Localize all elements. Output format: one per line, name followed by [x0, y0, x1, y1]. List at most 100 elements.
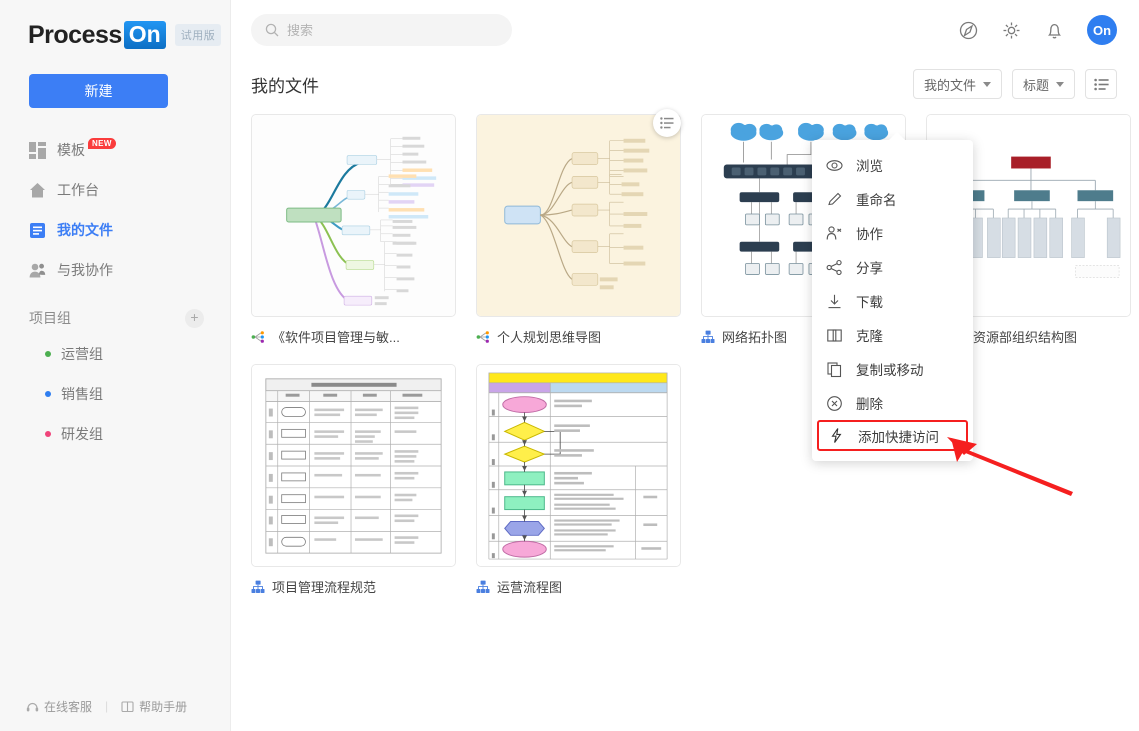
file-thumbnail[interactable]	[476, 114, 681, 317]
sidebar-group-rnd[interactable]: 研发组	[0, 414, 230, 454]
context-menu-item-collaborate[interactable]: 协作	[812, 216, 973, 250]
sidebar-item-templates[interactable]: 模板 NEW	[0, 130, 230, 170]
sort-dropdown[interactable]: 标题	[1011, 69, 1075, 99]
chevron-down-icon	[982, 81, 991, 87]
topbar: On	[231, 0, 1139, 60]
file-card[interactable]: 个人规划思维导图	[476, 114, 681, 346]
trial-badge: 试用版	[174, 24, 222, 46]
collaborate-icon	[826, 225, 842, 240]
download-icon	[828, 294, 841, 308]
mindmap-icon	[476, 330, 489, 343]
file-grid: 《软件项目管理与敏... 个人规划思维导图 网络拓扑图 人力资源部组织结构图 项…	[231, 108, 1139, 596]
file-card[interactable]: 项目管理流程规范	[251, 364, 456, 596]
file-card[interactable]: 运营流程图	[476, 364, 681, 596]
flowchart-thumbnail	[477, 365, 680, 566]
avatar[interactable]: On	[1087, 15, 1117, 45]
home-icon	[30, 182, 45, 197]
context-menu-label: 协作	[856, 227, 883, 242]
card-menu-button[interactable]	[653, 109, 681, 137]
file-card-label: 《软件项目管理与敏...	[251, 327, 456, 346]
context-menu-item-browse[interactable]: 浏览	[812, 148, 973, 182]
new-badge: NEW	[88, 137, 116, 149]
file-card-label: 运营流程图	[476, 577, 681, 596]
project-group-header: 项目组 +	[0, 290, 230, 334]
sort-dropdown-label: 标题	[1022, 77, 1049, 93]
flowchart-icon	[251, 580, 265, 593]
context-menu-label: 添加快捷访问	[858, 429, 939, 445]
context-menu-label: 重命名	[856, 193, 897, 208]
file-card[interactable]: 《软件项目管理与敏...	[251, 114, 456, 346]
footer-separator: |	[105, 699, 109, 713]
document-icon	[30, 222, 45, 238]
main-content: On 我的文件 我的文件 标题	[231, 0, 1139, 731]
processon-app: Process On 试用版 新建 模板 NEW 工作台 我的文件 与我协作 项…	[0, 0, 1139, 731]
file-name: 网络拓扑图	[722, 330, 788, 345]
filter-dropdown-label: 我的文件	[923, 77, 976, 93]
context-menu-item-add-quick-access[interactable]: 添加快捷访问	[817, 420, 968, 451]
eye-icon	[826, 159, 843, 171]
sidebar-item-shared-with-me[interactable]: 与我协作	[0, 250, 230, 290]
context-menu-item-copy-or-move[interactable]: 复制或移动	[812, 352, 973, 386]
search-input[interactable]	[287, 22, 487, 38]
online-support-link[interactable]: 在线客服	[26, 698, 92, 715]
mindmap-icon	[251, 330, 264, 343]
context-menu-item-download[interactable]: 下载	[812, 284, 973, 318]
sidebar-item-label: 我的文件	[57, 222, 113, 238]
topbar-actions: On	[958, 15, 1117, 45]
lightning-icon	[831, 428, 842, 443]
sidebar-group-sales[interactable]: 销售组	[0, 374, 230, 414]
list-view-icon	[1093, 78, 1109, 90]
context-menu-label: 克隆	[856, 329, 883, 344]
context-menu-item-rename[interactable]: 重命名	[812, 182, 973, 216]
file-thumbnail[interactable]	[251, 114, 456, 317]
context-menu-label: 分享	[856, 261, 883, 276]
plus-icon[interactable]: +	[185, 308, 204, 328]
app-logo[interactable]: Process On 试用版	[0, 0, 230, 52]
file-thumbnail[interactable]	[251, 364, 456, 567]
sidebar-group-operations[interactable]: 运营组	[0, 334, 230, 374]
sidebar-item-my-files[interactable]: 我的文件	[0, 210, 230, 250]
search-icon	[265, 23, 279, 37]
table-thumbnail	[252, 365, 455, 566]
project-group-title: 项目组	[29, 310, 71, 326]
page-title: 我的文件	[251, 76, 319, 96]
file-card-label: 个人规划思维导图	[476, 327, 681, 346]
sidebar-item-label: 模板	[57, 142, 85, 158]
context-menu-label: 下载	[856, 295, 883, 310]
sidebar: Process On 试用版 新建 模板 NEW 工作台 我的文件 与我协作 项…	[0, 0, 231, 731]
file-name: 《软件项目管理与敏...	[272, 330, 400, 345]
view-toggle-button[interactable]	[1085, 69, 1117, 99]
filter-dropdown[interactable]: 我的文件	[912, 69, 1002, 99]
help-manual-link[interactable]: 帮助手册	[121, 698, 187, 715]
context-menu: 浏览 重命名 协作 分享 下载 克隆 复制或移动 删除 添加快捷访问	[812, 132, 973, 461]
compass-icon[interactable]	[958, 20, 979, 41]
context-menu-item-delete[interactable]: 删除	[812, 386, 973, 420]
bell-icon[interactable]	[1044, 20, 1065, 41]
pencil-icon	[828, 192, 842, 205]
file-name: 运营流程图	[497, 580, 563, 595]
share-icon	[826, 259, 842, 275]
book-icon	[121, 700, 134, 712]
file-name: 项目管理流程规范	[272, 580, 377, 595]
file-thumbnail[interactable]	[476, 364, 681, 567]
context-menu-item-clone[interactable]: 克隆	[812, 318, 973, 352]
context-menu-label: 删除	[856, 397, 883, 412]
clone-icon	[827, 328, 842, 342]
sidebar-footer: 在线客服 | 帮助手册	[0, 681, 231, 731]
file-card-label: 项目管理流程规范	[251, 577, 456, 596]
logo-text-on: On	[123, 20, 166, 50]
gear-icon[interactable]	[1001, 20, 1022, 41]
search-box[interactable]	[251, 14, 512, 46]
file-name: 个人规划思维导图	[497, 330, 602, 345]
context-menu-item-share[interactable]: 分享	[812, 250, 973, 284]
chevron-down-icon	[1056, 81, 1064, 87]
group-label: 研发组	[61, 426, 103, 442]
list-menu-icon	[660, 117, 674, 129]
logo-text-process: Process	[28, 20, 122, 49]
mindmap2-thumbnail	[477, 115, 680, 316]
page-toolbar: 我的文件 标题	[912, 69, 1117, 99]
headset-icon	[26, 702, 39, 711]
context-menu-label: 复制或移动	[856, 363, 924, 378]
sidebar-item-workbench[interactable]: 工作台	[0, 170, 230, 210]
new-button[interactable]: 新建	[29, 74, 168, 108]
